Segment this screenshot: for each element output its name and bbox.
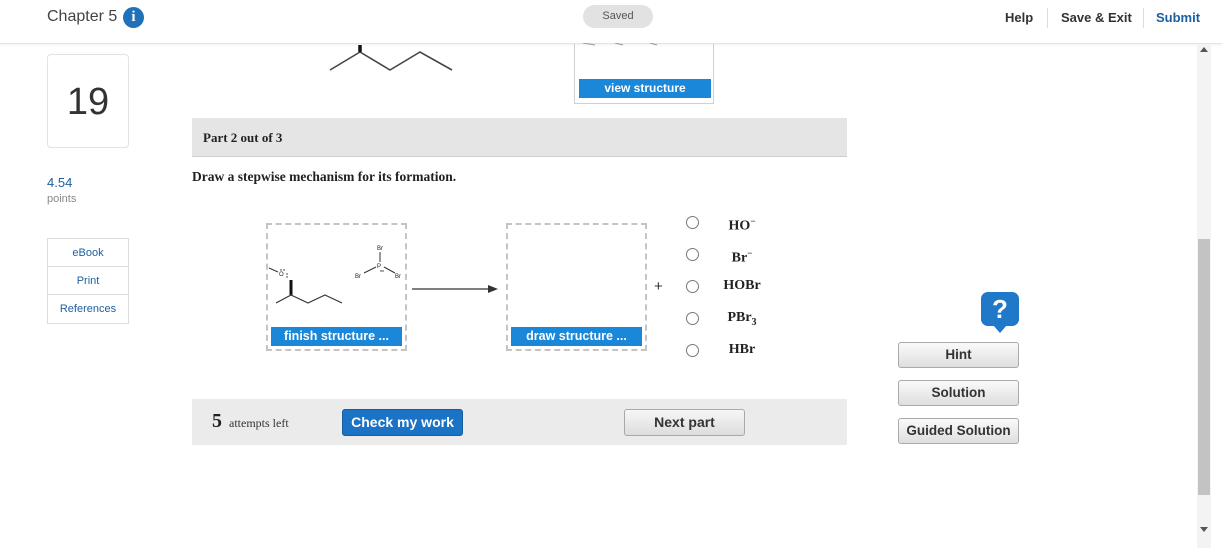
answer-footer: 5 attempts left Check my work Next part bbox=[192, 399, 847, 445]
hint-button[interactable]: Hint bbox=[898, 342, 1019, 368]
references-link[interactable]: References bbox=[48, 295, 128, 323]
view-structure-button[interactable]: view structure bbox=[579, 79, 711, 98]
top-bar: Chapter 5 i Saved Help Save & Exit Submi… bbox=[0, 0, 1222, 44]
reactant-structure: Br P Br Br H O bbox=[268, 246, 401, 304]
attempts-label: attempts left bbox=[229, 416, 289, 430]
atom-label-br: Br bbox=[355, 274, 361, 280]
scroll-up-arrow-icon[interactable] bbox=[1200, 47, 1208, 52]
question-number: 19 bbox=[47, 54, 129, 148]
radio-br-minus[interactable] bbox=[686, 248, 699, 261]
points-label: points bbox=[47, 193, 77, 205]
separator bbox=[1143, 8, 1144, 28]
finish-structure-button[interactable]: finish structure ... bbox=[271, 327, 402, 346]
separator bbox=[1047, 8, 1048, 28]
draw-structure-button[interactable]: draw structure ... bbox=[511, 327, 642, 346]
product-structure-box[interactable]: draw structure ... bbox=[506, 223, 647, 351]
atom-label-o: O bbox=[279, 272, 284, 278]
scrollbar-thumb[interactable] bbox=[1198, 239, 1210, 495]
check-my-work-button[interactable]: Check my work bbox=[342, 409, 463, 436]
reaction-arrow bbox=[412, 285, 498, 293]
plus-sign: + bbox=[654, 278, 663, 295]
option-pbr3: PBr3 bbox=[727, 310, 757, 328]
reactant-structure-box[interactable]: Br P Br Br H O finish structure ... bbox=[266, 223, 407, 351]
option-hbr: HBr bbox=[728, 342, 756, 357]
question-mark-icon-tail bbox=[993, 325, 1007, 333]
help-link[interactable]: Help bbox=[1005, 10, 1033, 25]
save-exit-link[interactable]: Save & Exit bbox=[1061, 10, 1132, 25]
option-br-minus: Br− bbox=[731, 248, 753, 266]
attempts-count: 5 bbox=[212, 410, 222, 432]
radio-hbr[interactable] bbox=[686, 344, 699, 357]
scroll-down-arrow-icon[interactable] bbox=[1200, 527, 1208, 532]
question-mark-icon[interactable]: ? bbox=[981, 292, 1019, 326]
chapter-title: Chapter 5 bbox=[47, 8, 118, 25]
part-header: Part 2 out of 3 bbox=[192, 118, 847, 157]
part-title: Part 2 out of 3 bbox=[203, 130, 283, 145]
side-menu: eBook Print References bbox=[47, 238, 129, 324]
ebook-link[interactable]: eBook bbox=[48, 239, 128, 267]
truncated-structure-fragment bbox=[582, 43, 658, 46]
previous-product-structure bbox=[329, 45, 453, 71]
atom-label-p: P bbox=[377, 264, 381, 270]
print-link[interactable]: Print bbox=[48, 267, 128, 295]
radio-hobr[interactable] bbox=[686, 280, 699, 293]
radio-pbr3[interactable] bbox=[686, 312, 699, 325]
atom-label-br: Br bbox=[377, 246, 383, 252]
solution-button[interactable]: Solution bbox=[898, 380, 1019, 406]
points-value: 4.54 bbox=[47, 175, 73, 190]
next-part-button[interactable]: Next part bbox=[624, 409, 745, 436]
submit-link[interactable]: Submit bbox=[1156, 10, 1200, 25]
radio-ho-minus[interactable] bbox=[686, 216, 699, 229]
option-ho-minus: HO− bbox=[728, 216, 756, 234]
option-hobr: HOBr bbox=[723, 278, 761, 293]
atom-label-br: Br bbox=[395, 274, 401, 280]
guided-solution-button[interactable]: Guided Solution bbox=[898, 418, 1019, 444]
saved-status-badge: Saved bbox=[583, 5, 653, 28]
instruction-text: Draw a stepwise mechanism for its format… bbox=[192, 169, 457, 184]
info-icon[interactable]: i bbox=[123, 7, 144, 28]
